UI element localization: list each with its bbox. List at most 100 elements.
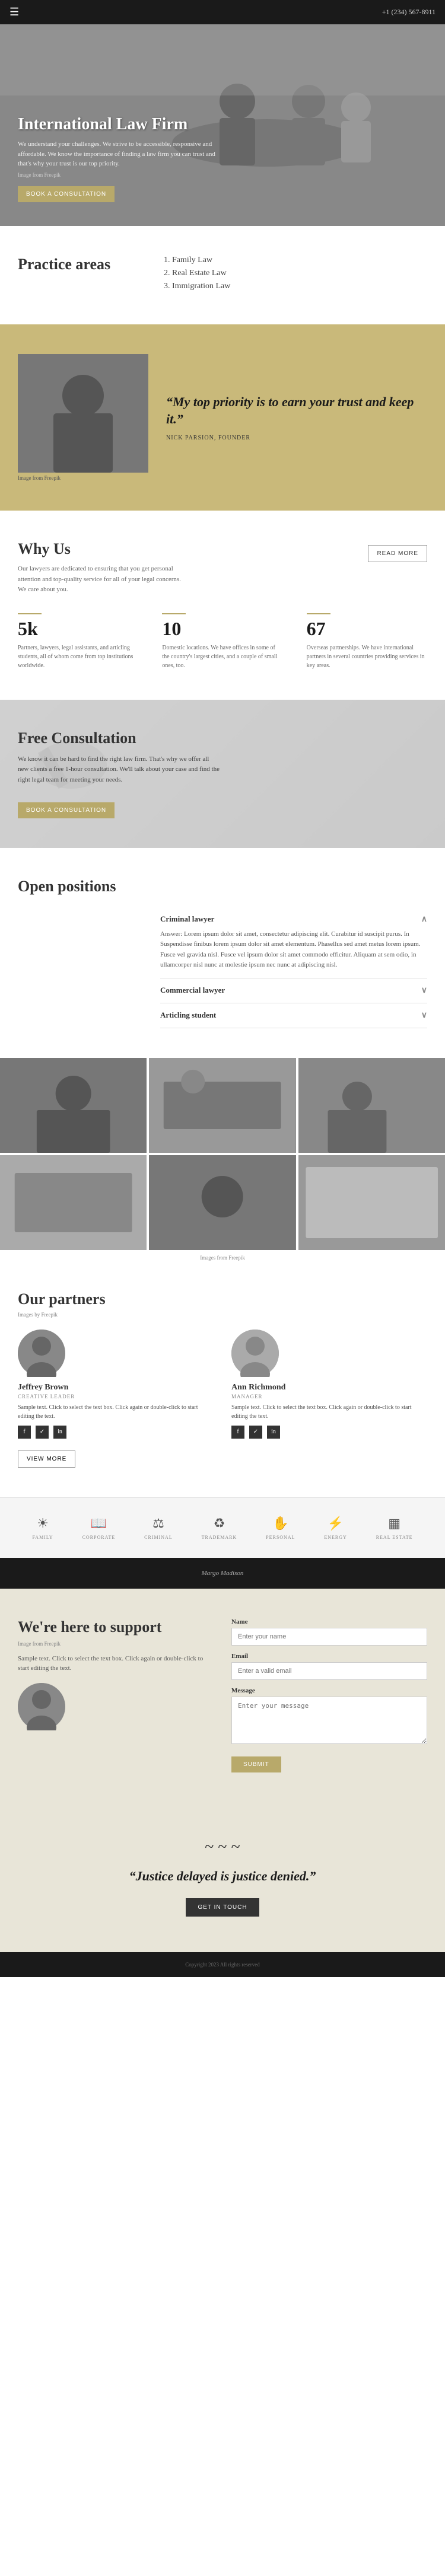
photo-grid-section: Images from Freepik <box>0 1058 445 1261</box>
partners-heading: Our partners <box>18 1290 427 1308</box>
twitter-icon[interactable]: ✓ <box>249 1426 262 1439</box>
support-heading: We're here to support <box>18 1618 214 1636</box>
facebook-icon[interactable]: f <box>231 1426 244 1439</box>
support-description: Sample text. Click to select the text bo… <box>18 1654 214 1673</box>
accordion-header[interactable]: Commercial lawyer ∨ <box>160 986 427 996</box>
accordion-item-articling[interactable]: Articling student ∨ <box>160 1003 427 1028</box>
stat-description: Partners, lawyers, legal assistants, and… <box>18 643 138 670</box>
photo-cell-6 <box>298 1155 445 1250</box>
partner-avatar-jeffrey <box>18 1330 65 1377</box>
icon-item-criminal: ⚖ CRIMINAL <box>144 1516 173 1540</box>
photo-cell-4 <box>0 1155 147 1250</box>
icon-label: ENERGY <box>324 1535 347 1540</box>
partner-social-icons: f ✓ in <box>18 1426 214 1439</box>
hero-cta-button[interactable]: BOOK A CONSULTATION <box>18 186 115 202</box>
position-detail: Criminal lawyer ∧ Answer: Lorem ipsum do… <box>160 907 427 1028</box>
chevron-down-icon: ∨ <box>421 1010 427 1021</box>
get-in-touch-button[interactable]: GET IN TOUCH <box>186 1898 259 1917</box>
list-item: Real Estate Law <box>172 269 230 278</box>
corporate-icon: 📖 <box>91 1516 107 1531</box>
partner-description: Sample text. Click to select the text bo… <box>231 1403 427 1421</box>
navbar: ☰ +1 (234) 567-8911 <box>0 0 445 24</box>
linkedin-icon[interactable]: in <box>267 1426 280 1439</box>
stat-number: 67 <box>307 618 427 640</box>
message-label: Message <box>231 1687 427 1694</box>
criminal-icon: ⚖ <box>152 1516 164 1531</box>
accordion-content: Answer: Lorem ipsum dolor sit amet, cons… <box>160 929 427 971</box>
menu-icon[interactable]: ☰ <box>9 6 19 18</box>
accordion-item-commercial[interactable]: Commercial lawyer ∨ <box>160 978 427 1003</box>
submit-button[interactable]: SUBMIT <box>231 1756 281 1772</box>
practice-areas-heading: Practice areas <box>18 256 136 273</box>
name-input[interactable] <box>231 1628 427 1646</box>
why-us-description: Our lawyers are dedicated to ensuring th… <box>18 564 184 595</box>
partner-role: MANAGER <box>231 1394 427 1399</box>
partners-section: Our partners Images by Freepik Jeffrey B… <box>0 1261 445 1497</box>
partner-social-icons: f ✓ in <box>231 1426 427 1439</box>
positions-list <box>18 907 136 1028</box>
name-label: Name <box>231 1618 427 1625</box>
family-icon: ☀ <box>37 1516 49 1531</box>
support-img-from: Image from Freepik <box>18 1641 214 1647</box>
stat-number: 10 <box>162 618 282 640</box>
partners-row: Jeffrey Brown CREATIVE LEADER Sample tex… <box>18 1330 427 1439</box>
quote-banner-text: “Justice delayed is justice denied.” <box>74 1869 371 1884</box>
photo-cell-2 <box>149 1058 295 1153</box>
hero-section: International Law Firm We understand you… <box>0 24 445 226</box>
icon-item-realestate: ▦ REAL ESTATE <box>376 1516 413 1540</box>
quote-attribution: NICK PARSION, FOUNDER <box>166 435 427 441</box>
quote-banner-section: ~ ~ ~ “Justice delayed is justice denied… <box>0 1802 445 1952</box>
quote-image <box>18 354 148 473</box>
open-positions-section: Open positions Criminal lawyer ∧ Answer:… <box>0 848 445 1058</box>
form-group-name: Name <box>231 1618 427 1646</box>
form-group-message: Message <box>231 1687 427 1747</box>
position-title: Commercial lawyer <box>160 986 225 995</box>
photo-grid-caption: Images from Freepik <box>0 1250 445 1261</box>
why-us-heading: Why Us <box>18 540 184 558</box>
partners-header: Our partners <box>18 1290 427 1308</box>
view-more-button[interactable]: VIEW MORE <box>18 1450 75 1468</box>
support-left: We're here to support Image from Freepik… <box>18 1618 214 1730</box>
why-us-header: Why Us Our lawyers are dedicated to ensu… <box>18 540 427 595</box>
chevron-down-icon: ∧ <box>421 914 427 924</box>
icon-item-family: ☀ FAMILY <box>32 1516 53 1540</box>
footer: Copyright 2023 All rights reserved <box>0 1952 445 1977</box>
message-input[interactable] <box>231 1697 427 1744</box>
why-us-read-more-button[interactable]: READ MORE <box>368 545 427 562</box>
partners-img-from: Images by Freepik <box>18 1312 427 1318</box>
free-consult-cta-button[interactable]: BOOK A CONSULTATION <box>18 802 115 818</box>
icon-label: TRADEMARK <box>202 1535 237 1540</box>
partner-name: Jeffrey Brown <box>18 1383 214 1392</box>
stat-number: 5k <box>18 618 138 640</box>
support-section: We're here to support Image from Freepik… <box>0 1589 445 1802</box>
why-us-section: Why Us Our lawyers are dedicated to ensu… <box>0 511 445 700</box>
hero-title: International Law Firm <box>18 114 220 135</box>
icon-item-energy: ⚡ ENERGY <box>324 1516 347 1540</box>
icon-label: PERSONAL <box>266 1535 295 1540</box>
trademark-icon: ♻ <box>214 1516 225 1531</box>
twitter-icon[interactable]: ✓ <box>36 1426 49 1439</box>
partner-role: CREATIVE LEADER <box>18 1394 214 1399</box>
icon-label: FAMILY <box>32 1535 53 1540</box>
list-item: Family Law <box>172 256 230 265</box>
hero-content: International Law Firm We understand you… <box>18 114 220 202</box>
practice-areas-list: Family Law Real Estate Law Immigration L… <box>160 256 230 295</box>
stat-divider <box>18 613 42 614</box>
open-positions-heading: Open positions <box>18 878 427 895</box>
email-input[interactable] <box>231 1662 427 1680</box>
support-right: Name Email Message SUBMIT <box>231 1618 427 1772</box>
accordion-header[interactable]: Articling student ∨ <box>160 1010 427 1021</box>
facebook-icon[interactable]: f <box>18 1426 31 1439</box>
hero-description: We understand your challenges. We strive… <box>18 139 220 169</box>
free-consult-description: We know it can be hard to find the right… <box>18 754 220 786</box>
free-consult-heading: Free Consultation <box>18 729 220 747</box>
free-consult-content: Free Consultation We know it can be hard… <box>18 729 220 818</box>
stat-item-locations: 10 Domestic locations. We have offices i… <box>162 613 282 670</box>
form-group-email: Email <box>231 1653 427 1680</box>
linkedin-icon[interactable]: in <box>53 1426 66 1439</box>
photo-cell-1 <box>0 1058 147 1153</box>
nav-phone: +1 (234) 567-8911 <box>382 8 436 17</box>
accordion-header[interactable]: Criminal lawyer ∧ <box>160 914 427 924</box>
accordion-item-criminal[interactable]: Criminal lawyer ∧ Answer: Lorem ipsum do… <box>160 907 427 978</box>
energy-icon: ⚡ <box>328 1516 344 1531</box>
